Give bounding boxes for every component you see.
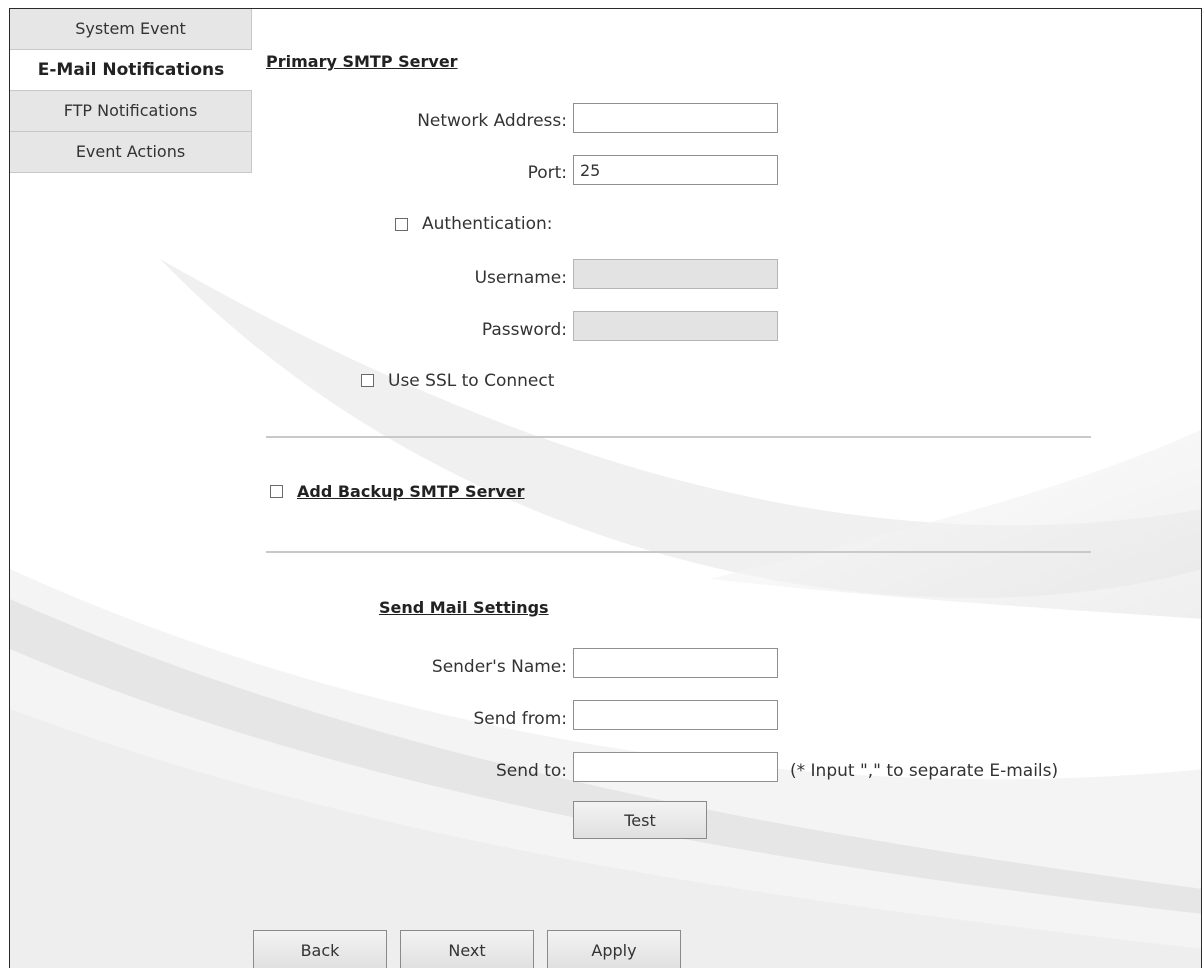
sidebar-item-label: Event Actions xyxy=(75,142,186,161)
primary-smtp-heading: Primary SMTP Server xyxy=(266,52,458,71)
sidebar-item-ftp-notifications[interactable]: FTP Notifications xyxy=(10,91,252,132)
sidebar-item-event-actions[interactable]: Event Actions xyxy=(10,132,252,173)
network-address-label: Network Address: xyxy=(417,111,567,131)
settings-panel: System Event E-Mail Notifications FTP No… xyxy=(9,8,1202,968)
sidebar-item-label: E-Mail Notifications xyxy=(37,60,225,80)
password-label: Password: xyxy=(481,320,567,340)
authentication-label: Authentication: xyxy=(422,214,553,234)
senders-name-input[interactable] xyxy=(573,648,778,678)
password-input[interactable] xyxy=(573,311,778,341)
add-backup-smtp-checkbox[interactable] xyxy=(270,485,283,498)
sidebar-item-email-notifications[interactable]: E-Mail Notifications xyxy=(10,50,252,91)
send-to-input[interactable] xyxy=(573,752,778,782)
back-button[interactable]: Back xyxy=(253,930,387,968)
sidebar: System Event E-Mail Notifications FTP No… xyxy=(10,9,252,173)
add-backup-smtp-label: Add Backup SMTP Server xyxy=(297,482,525,501)
divider xyxy=(266,551,1091,553)
authentication-checkbox[interactable] xyxy=(395,218,408,231)
use-ssl-checkbox[interactable] xyxy=(361,374,374,387)
username-label: Username: xyxy=(474,268,567,288)
senders-name-label: Sender's Name: xyxy=(431,657,567,677)
divider xyxy=(266,436,1091,438)
network-address-input[interactable] xyxy=(573,103,778,133)
send-from-input[interactable] xyxy=(573,700,778,730)
use-ssl-label: Use SSL to Connect xyxy=(388,371,555,391)
port-input[interactable] xyxy=(573,155,778,185)
sidebar-item-label: FTP Notifications xyxy=(63,101,198,120)
send-to-hint: (* Input "," to separate E-mails) xyxy=(790,761,1059,781)
apply-button[interactable]: Apply xyxy=(547,930,681,968)
sidebar-item-label: System Event xyxy=(75,19,186,38)
test-button[interactable]: Test xyxy=(573,801,707,839)
username-input[interactable] xyxy=(573,259,778,289)
next-button[interactable]: Next xyxy=(400,930,534,968)
sidebar-item-system-event[interactable]: System Event xyxy=(10,9,252,50)
send-to-label: Send to: xyxy=(495,761,567,781)
port-label: Port: xyxy=(527,163,567,183)
send-from-label: Send from: xyxy=(473,709,567,729)
send-mail-settings-heading: Send Mail Settings xyxy=(379,598,549,617)
